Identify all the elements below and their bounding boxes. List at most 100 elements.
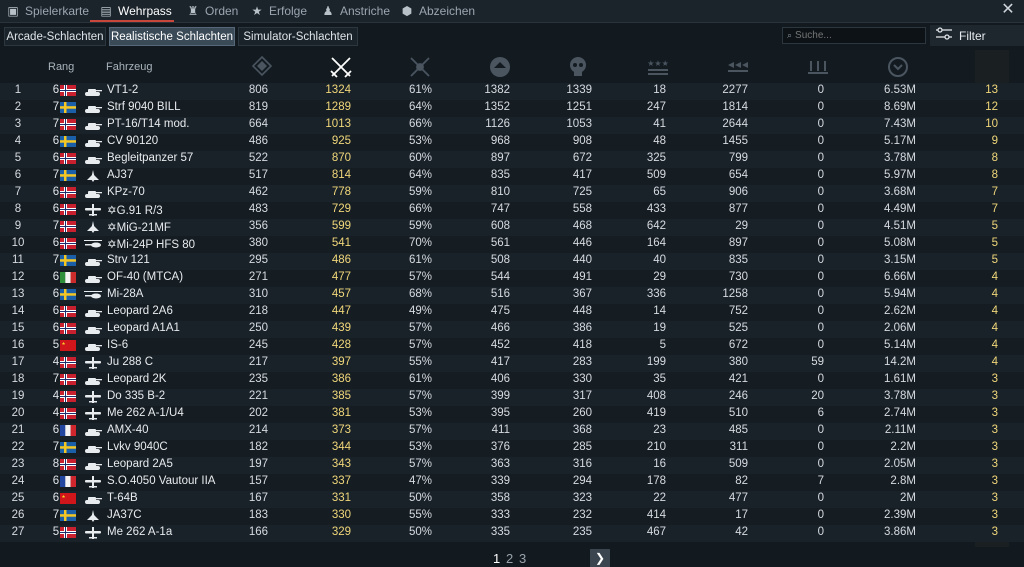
table-row[interactable]: 6 7 AJ37 517 814 64% 835 417 509 654 0 5.97M 8: [0, 168, 1024, 185]
tank-icon: [84, 425, 102, 437]
tab-orden[interactable]: ♜ Orden: [186, 0, 239, 22]
table-row[interactable]: 3 7 PT-16/T14 mod. 664 1013 66% 1126 1053 41 2644…: [0, 117, 1024, 134]
row-index: 2: [14, 101, 22, 113]
table-row[interactable]: 20 4 Me 262 A-1/U4 202 381 53% 395 260 419 510 6 2.…: [0, 406, 1024, 423]
naval-kills-value: 0: [817, 220, 824, 232]
vehicle-column-header[interactable]: Fahrzeug: [106, 61, 152, 73]
table-row[interactable]: 8 6 ✡G.91 R/3 483 729 66% 747 558 433 877 0 4.49M 7: [0, 202, 1024, 219]
respawns-value: 747: [490, 203, 510, 215]
search-field[interactable]: ⌕: [782, 27, 926, 44]
search-input[interactable]: [795, 30, 916, 41]
table-row[interactable]: 22 7 Lvkv 9040C 182 344 53% 376 285 210 311 0 2.2M 3: [0, 440, 1024, 457]
air-kills-value: 22: [653, 492, 666, 504]
table-row[interactable]: 16 5 ★ IS-6 245 428 57% 452 418 5 672 0 5.14M 4: [0, 338, 1024, 355]
close-icon[interactable]: ✕: [1000, 2, 1016, 18]
table-row[interactable]: 11 7 Strv 121 295 486 61% 508 440 40 835 0 3.15M 5: [0, 253, 1024, 270]
table-row[interactable]: 25 6 ★ T-64B 167 331 50% 358 323 22 477 0 2M 3: [0, 491, 1024, 508]
table-row[interactable]: 7 6 KPz-70 462 778 59% 810 725 65 906 0 3.68M 7: [0, 185, 1024, 202]
naval-kills-value: 0: [817, 305, 824, 317]
table-row[interactable]: 1 6 VT1-2 806 1324 61% 1382 1339 18 2277 0 6.53M 13: [0, 83, 1024, 100]
deaths-value: 317: [572, 390, 592, 402]
page-2[interactable]: 2: [506, 551, 513, 566]
tank-icon: [84, 306, 102, 318]
deaths-skull-icon[interactable]: [564, 53, 592, 81]
winrate-value: 57%: [408, 390, 432, 402]
ground-kills-value: 752: [728, 305, 748, 317]
next-page-button[interactable]: ❯: [590, 549, 610, 567]
vehicle-name: ✡G.91 R/3: [107, 205, 163, 217]
table-row[interactable]: 14 6 Leopard 2A6 218 447 49% 475 448 14 752 0 2.62M…: [0, 304, 1024, 321]
table-row[interactable]: 10 6 ✡Mi-24P HFS 80 380 541 70% 561 446 164 897 0 5…: [0, 236, 1024, 253]
battles-column-icon[interactable]: [248, 53, 276, 81]
crossed-swords-icon[interactable]: [327, 53, 355, 81]
table-row[interactable]: 4 6 CV 90120 486 925 53% 968 908 48 1455 0 5.17M 9: [0, 134, 1024, 151]
table-row[interactable]: 18 7 Leopard 2K 235 386 61% 406 330 35 421 0 1.61M 3: [0, 372, 1024, 389]
ground-kills-value: 82: [735, 475, 748, 487]
page-3[interactable]: 3: [519, 551, 526, 566]
air-kills-value: 419: [646, 407, 666, 419]
nuke-value: 13: [985, 84, 998, 96]
table-row[interactable]: 13 6 Mi-28A 310 457 68% 516 367 336 1258 0 5.94M 4: [0, 287, 1024, 304]
air-kills-value: 210: [646, 441, 666, 453]
page-1[interactable]: 1: [493, 551, 500, 566]
plane-icon: [84, 391, 102, 403]
table-row[interactable]: 9 7 ✡MiG-21MF 356 599 59% 608 468 642 29 0 4.51M 5: [0, 219, 1024, 236]
naval-kills-value: 0: [817, 101, 824, 113]
table-row[interactable]: 12 6 OF-40 (MTCA) 271 477 57% 544 491 29 730 0 6.66…: [0, 270, 1024, 287]
filter-button[interactable]: Filter: [930, 25, 1024, 46]
experience-icon[interactable]: [884, 53, 912, 81]
rank-column-header[interactable]: Rang: [48, 61, 74, 73]
table-row[interactable]: 27 5 Me 262 A-1a 166 329 50% 335 235 467 42 0 3.86M…: [0, 525, 1024, 542]
table-row[interactable]: 21 6 AMX-40 214 373 57% 411 368 23 485 0 2.11M 3: [0, 423, 1024, 440]
tab-abzeichen[interactable]: ⬢ Abzeichen: [400, 0, 475, 22]
vehicle-name: Me 262 A-1a: [107, 526, 173, 538]
table-row[interactable]: 24 6 S.O.4050 Vautour IIA 157 337 47% 339 294 17…: [0, 474, 1024, 491]
air-kills-value: 467: [646, 526, 666, 538]
row-index: 17: [11, 356, 25, 368]
tank-icon: [84, 119, 102, 131]
battles-value: 183: [248, 509, 268, 521]
tab-spielerkarte[interactable]: ▣ Spielerkarte: [6, 0, 89, 22]
victories-icon[interactable]: [406, 53, 434, 81]
tab-wehrpass[interactable]: ▤ Wehrpass: [99, 0, 172, 22]
table-row[interactable]: 19 4 Do 335 B-2 221 385 57% 399 317 408 246 20 3.78…: [0, 389, 1024, 406]
battles-value: 664: [248, 118, 268, 130]
table-row[interactable]: 23 8 Leopard 2A5 197 343 57% 363 316 16 509 0 2.05M…: [0, 457, 1024, 474]
battles-value: 235: [248, 373, 268, 385]
deaths-value: 330: [572, 373, 592, 385]
tab-label: Wehrpass: [118, 4, 172, 18]
vehicle-name: VT1-2: [107, 84, 139, 96]
sort-value: 1324: [325, 84, 351, 96]
battles-value: 182: [248, 441, 268, 453]
nuke-value: 3: [991, 441, 998, 453]
naval-kills-value: 0: [817, 84, 824, 96]
table-row[interactable]: 5 6 Begleitpanzer 57 522 870 60% 897 672 325 799 0…: [0, 151, 1024, 168]
naval-kills-icon[interactable]: [804, 53, 832, 81]
tab-realistic-battles[interactable]: Realistische Schlachten: [109, 27, 235, 46]
respawns-value: 333: [490, 509, 510, 521]
ground-kills-icon[interactable]: [724, 53, 752, 81]
tab-anstriche[interactable]: ♟ Anstriche: [321, 0, 390, 22]
respawns-icon[interactable]: [486, 53, 514, 81]
battles-value: 356: [248, 220, 268, 232]
norway-flag-icon: [60, 187, 76, 198]
plane-icon: [84, 204, 102, 216]
table-row[interactable]: 15 6 Leopard A1A1 250 439 57% 466 386 19 525 0 2.06…: [0, 321, 1024, 338]
tab-erfolge[interactable]: ★ Erfolge: [250, 0, 307, 22]
winrate-value: 50%: [408, 526, 432, 538]
air-kills-value: 509: [646, 169, 666, 181]
vehicle-name: Leopard A1A1: [107, 322, 180, 334]
naval-kills-value: 0: [817, 186, 824, 198]
table-row[interactable]: 2 7 Strf 9040 BILL 819 1289 64% 1352 1251 247 181…: [0, 100, 1024, 117]
naval-kills-value: 0: [817, 237, 824, 249]
deaths-value: 323: [572, 492, 592, 504]
tank-icon: [84, 255, 102, 267]
tab-simulator-battles[interactable]: Simulator-Schlachten: [238, 27, 358, 46]
tank-icon: [84, 323, 102, 335]
winrate-value: 53%: [408, 407, 432, 419]
tab-arcade-battles[interactable]: Arcade-Schlachten: [4, 27, 106, 46]
table-row[interactable]: 17 4 Ju 288 C 217 397 55% 417 283 199 380 59 14.2M 4: [0, 355, 1024, 372]
naval-kills-value: 6: [817, 407, 824, 419]
table-row[interactable]: 26 7 JA37C 183 330 55% 333 232 414 17 0 2.39M 3: [0, 508, 1024, 525]
air-kills-icon[interactable]: ★★★: [644, 53, 672, 81]
